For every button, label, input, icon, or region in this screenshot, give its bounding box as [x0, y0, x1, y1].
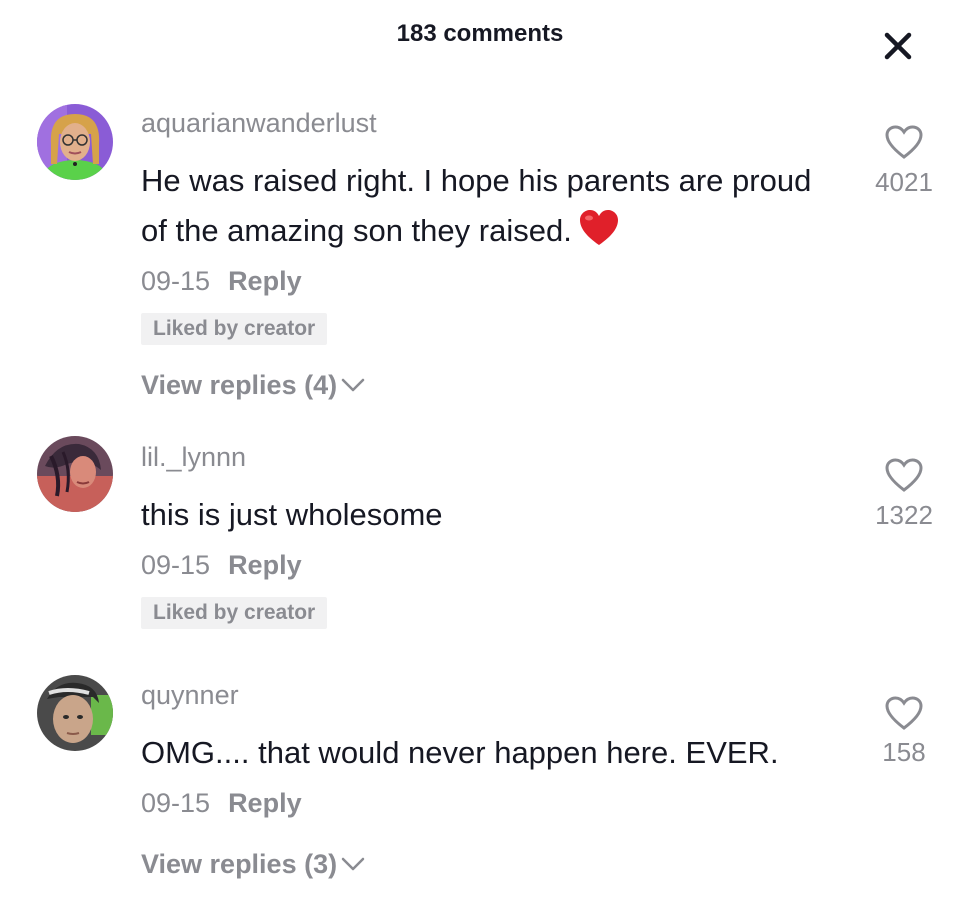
comment-date: 09-15 [141, 788, 211, 818]
like-count: 4021 [875, 167, 933, 197]
chevron-down-icon [341, 378, 365, 392]
comment-text-content: He was raised right. I hope his parents … [141, 163, 812, 248]
comment-date: 09-15 [141, 550, 211, 580]
reply-button[interactable]: Reply [228, 788, 302, 818]
chevron-down-icon [341, 857, 365, 871]
like-count: 158 [882, 737, 926, 767]
heart-outline-icon [885, 458, 923, 492]
reply-button[interactable]: Reply [228, 550, 302, 580]
view-replies-label: View replies (4) [141, 370, 338, 400]
red-heart-emoji-icon [578, 209, 620, 262]
comment-username[interactable]: quynner [141, 680, 239, 711]
like-count: 1322 [875, 500, 933, 530]
like-button[interactable] [884, 695, 924, 731]
comment-meta: 09-15 Reply [141, 550, 302, 581]
heart-outline-icon [885, 125, 923, 159]
view-replies-label: View replies (3) [141, 849, 338, 879]
comment-username[interactable]: aquarianwanderlust [141, 108, 377, 139]
comment-text-content: OMG.... that would never happen here. EV… [141, 735, 779, 770]
comment-username[interactable]: lil._lynnn [141, 442, 246, 473]
comment-text-content: this is just wholesome [141, 497, 443, 532]
comment-text: OMG.... that would never happen here. EV… [141, 728, 821, 778]
like-button[interactable] [884, 457, 924, 493]
view-replies-button[interactable]: View replies (4) [141, 370, 365, 401]
comment-meta: 09-15 Reply [141, 788, 302, 819]
avatar[interactable] [37, 104, 113, 180]
comment-text: He was raised right. I hope his parents … [141, 156, 821, 262]
avatar[interactable] [37, 675, 113, 751]
comment-text: this is just wholesome [141, 490, 821, 540]
comments-count-title: 183 comments [396, 20, 564, 47]
close-button[interactable] [880, 28, 916, 64]
heart-outline-icon [885, 696, 923, 730]
comment-meta: 09-15 Reply [141, 266, 302, 297]
reply-button[interactable]: Reply [228, 266, 302, 296]
liked-by-creator-badge: Liked by creator [141, 597, 328, 629]
view-replies-button[interactable]: View replies (3) [141, 849, 365, 880]
like-button[interactable] [884, 124, 924, 160]
liked-by-creator-badge: Liked by creator [141, 313, 328, 345]
close-icon [884, 32, 912, 60]
avatar[interactable] [37, 436, 113, 512]
comment-date: 09-15 [141, 266, 211, 296]
